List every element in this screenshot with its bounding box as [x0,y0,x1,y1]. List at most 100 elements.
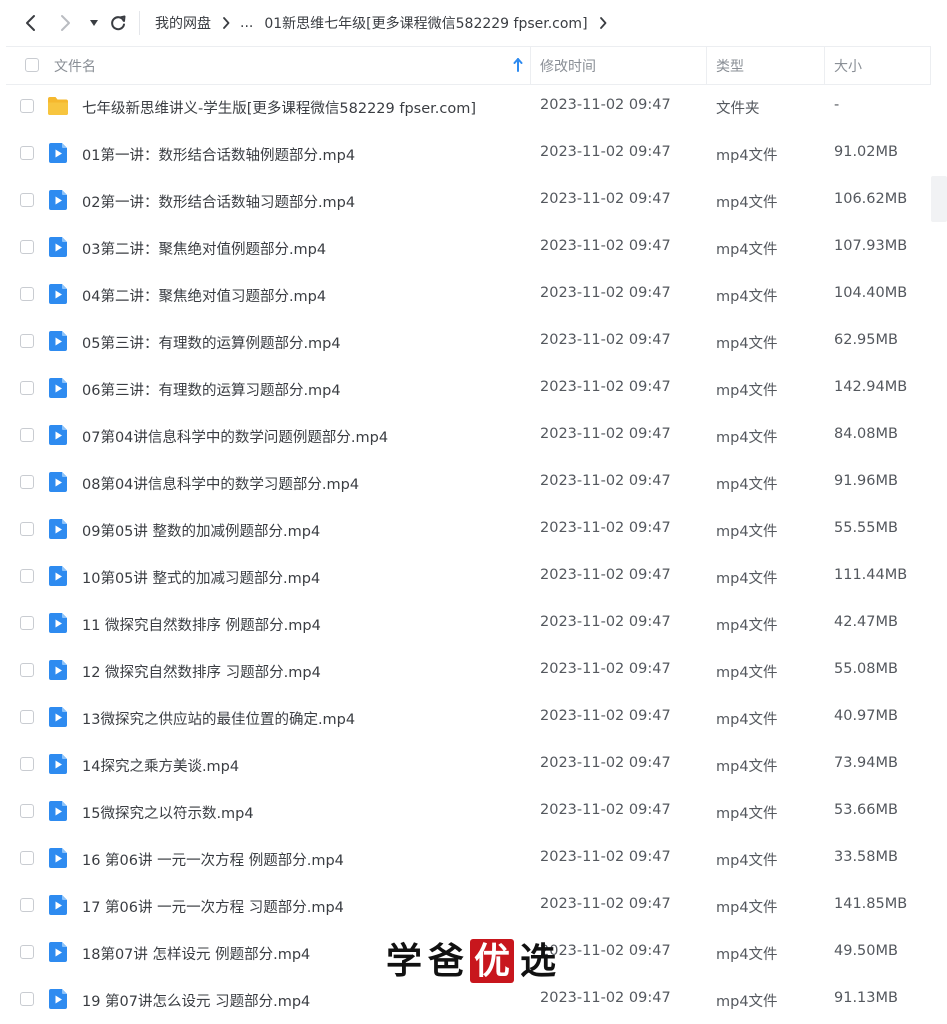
file-name[interactable]: 03第二讲：聚焦绝对值例题部分.mp4 [82,238,326,259]
file-name[interactable]: 01第一讲：数形结合话数轴例题部分.mp4 [82,144,355,165]
row-checkbox[interactable] [20,287,34,301]
file-size: 111.44MB [834,567,908,583]
history-dropdown-button[interactable] [83,12,105,34]
back-button[interactable] [19,12,41,34]
file-row[interactable]: 16 第06讲 一元一次方程 例题部分.mp4 2023-11-02 09:47 m… [0,835,930,882]
file-modified-time: 2023-11-02 09:47 [540,896,671,912]
breadcrumb-ellipsis[interactable]: ... [240,15,253,31]
row-checkbox[interactable] [20,428,34,442]
file-name[interactable]: 16 第06讲 一元一次方程 例题部分.mp4 [82,849,344,870]
column-header-type[interactable]: 类型 [716,56,744,76]
file-name[interactable]: 09第05讲 整数的加减例题部分.mp4 [82,520,320,541]
file-row[interactable]: 15微探究之以符示数.mp4 2023-11-02 09:47 mp4文件 53.66… [0,788,930,835]
column-header-size[interactable]: 大小 [834,56,862,76]
file-type: mp4文件 [716,994,778,1010]
row-checkbox[interactable] [20,663,34,677]
scrollbar-thumb[interactable] [931,176,947,222]
file-name[interactable]: 18第07讲 怎样设元 例题部分.mp4 [82,943,310,964]
row-checkbox[interactable] [20,992,34,1006]
file-row[interactable]: 10第05讲 整式的加减习题部分.mp4 2023-11-02 09:47 mp4文… [0,553,930,600]
file-row[interactable]: 07第04讲信息科学中的数学问题例题部分.mp4 2023-11-02 09:47… [0,412,930,459]
file-row[interactable]: 12 微探究自然数排序 习题部分.mp4 2023-11-02 09:47 mp4文… [0,647,930,694]
nav-divider [139,11,140,35]
row-checkbox[interactable] [20,757,34,771]
file-row[interactable]: 08第04讲信息科学中的数学习题部分.mp4 2023-11-02 09:47 mp… [0,459,930,506]
file-size: 107.93MB [834,238,908,254]
file-row[interactable]: 01第一讲：数形结合话数轴例题部分.mp4 2023-11-02 09:47 mp4… [0,130,930,177]
file-row[interactable]: 13微探究之供应站的最佳位置的确定.mp4 2023-11-02 09:47 mp4… [0,694,930,741]
file-size: 73.94MB [834,755,898,771]
column-divider[interactable] [706,47,707,84]
file-name[interactable]: 02第一讲：数形结合话数轴习题部分.mp4 [82,191,355,212]
file-size: - [834,97,840,113]
file-row[interactable]: 14探究之乘方美谈.mp4 2023-11-02 09:47 mp4文件 73.94M… [0,741,930,788]
row-checkbox[interactable] [20,99,34,113]
file-name[interactable]: 13微探究之供应站的最佳位置的确定.mp4 [82,708,355,729]
column-divider[interactable] [530,47,531,84]
breadcrumb-current[interactable]: 01新思维七年级[更多课程微信582229 fpser.com] [264,13,587,33]
column-divider [930,47,931,84]
file-type: mp4文件 [716,618,778,634]
column-divider[interactable] [824,47,825,84]
file-size: 49.50MB [834,943,898,959]
row-checkbox[interactable] [20,616,34,630]
file-row[interactable]: 05第三讲：有理数的运算例题部分.mp4 2023-11-02 09:47 mp4文… [0,318,930,365]
file-name[interactable]: 08第04讲信息科学中的数学习题部分.mp4 [82,473,359,494]
file-type: mp4文件 [716,712,778,728]
row-checkbox[interactable] [20,804,34,818]
file-type: mp4文件 [716,195,778,211]
row-checkbox[interactable] [20,475,34,489]
file-row[interactable]: 09第05讲 整数的加减例题部分.mp4 2023-11-02 09:47 mp4文… [0,506,930,553]
sort-ascending-icon[interactable] [513,58,523,72]
row-checkbox[interactable] [20,193,34,207]
video-file-icon [49,566,67,586]
file-name[interactable]: 04第二讲：聚焦绝对值习题部分.mp4 [82,285,326,306]
file-modified-time: 2023-11-02 09:47 [540,520,671,536]
row-checkbox[interactable] [20,710,34,724]
file-name[interactable]: 06第三讲：有理数的运算习题部分.mp4 [82,379,341,400]
file-row[interactable]: 03第二讲：聚焦绝对值例题部分.mp4 2023-11-02 09:47 mp4文件… [0,224,930,271]
row-checkbox[interactable] [20,146,34,160]
file-name[interactable]: 07第04讲信息科学中的数学问题例题部分.mp4 [82,426,388,447]
row-checkbox[interactable] [20,522,34,536]
file-row[interactable]: 11 微探究自然数排序 例题部分.mp4 2023-11-02 09:47 mp4文… [0,600,930,647]
file-row[interactable]: 06第三讲：有理数的运算习题部分.mp4 2023-11-02 09:47 mp4文… [0,365,930,412]
caret-down-icon [90,20,98,26]
column-header-modified[interactable]: 修改时间 [540,56,596,76]
file-name[interactable]: 10第05讲 整式的加减习题部分.mp4 [82,567,320,588]
file-modified-time: 2023-11-02 09:47 [540,473,671,489]
file-name[interactable]: 11 微探究自然数排序 例题部分.mp4 [82,614,321,635]
file-size: 55.55MB [834,520,898,536]
row-checkbox[interactable] [20,898,34,912]
select-all-checkbox[interactable] [25,58,39,72]
column-header-name[interactable]: 文件名 [54,56,96,76]
file-name[interactable]: 05第三讲：有理数的运算例题部分.mp4 [82,332,341,353]
file-size: 142.94MB [834,379,908,395]
file-row[interactable]: 04第二讲：聚焦绝对值习题部分.mp4 2023-11-02 09:47 mp4文件… [0,271,930,318]
row-checkbox[interactable] [20,945,34,959]
file-type: mp4文件 [716,336,778,352]
file-type: mp4文件 [716,853,778,869]
video-file-icon [49,848,67,868]
video-file-icon [49,707,67,727]
file-row[interactable]: 02第一讲：数形结合话数轴习题部分.mp4 2023-11-02 09:47 mp4… [0,177,930,224]
file-row[interactable]: 七年级新思维讲义-学生版[更多课程微信582229 fpser.com] 2023… [0,83,930,130]
file-name[interactable]: 14探究之乘方美谈.mp4 [82,755,239,776]
forward-button[interactable] [55,12,77,34]
row-checkbox[interactable] [20,569,34,583]
file-name[interactable]: 12 微探究自然数排序 习题部分.mp4 [82,661,321,682]
row-checkbox[interactable] [20,334,34,348]
file-list-header: 文件名 修改时间 类型 大小 [6,46,931,85]
refresh-button[interactable] [107,12,129,34]
file-name[interactable]: 七年级新思维讲义-学生版[更多课程微信582229 fpser.com] [82,97,476,118]
file-name[interactable]: 17 第06讲 一元一次方程 习题部分.mp4 [82,896,344,917]
file-size: 40.97MB [834,708,898,724]
row-checkbox[interactable] [20,240,34,254]
file-name[interactable]: 19 第07讲怎么设元 习题部分.mp4 [82,990,310,1011]
breadcrumb-root[interactable]: 我的网盘 [155,13,211,33]
row-checkbox[interactable] [20,381,34,395]
file-type: mp4文件 [716,289,778,305]
row-checkbox[interactable] [20,851,34,865]
file-name[interactable]: 15微探究之以符示数.mp4 [82,802,254,823]
file-row[interactable]: 17 第06讲 一元一次方程 习题部分.mp4 2023-11-02 09:47 m… [0,882,930,929]
